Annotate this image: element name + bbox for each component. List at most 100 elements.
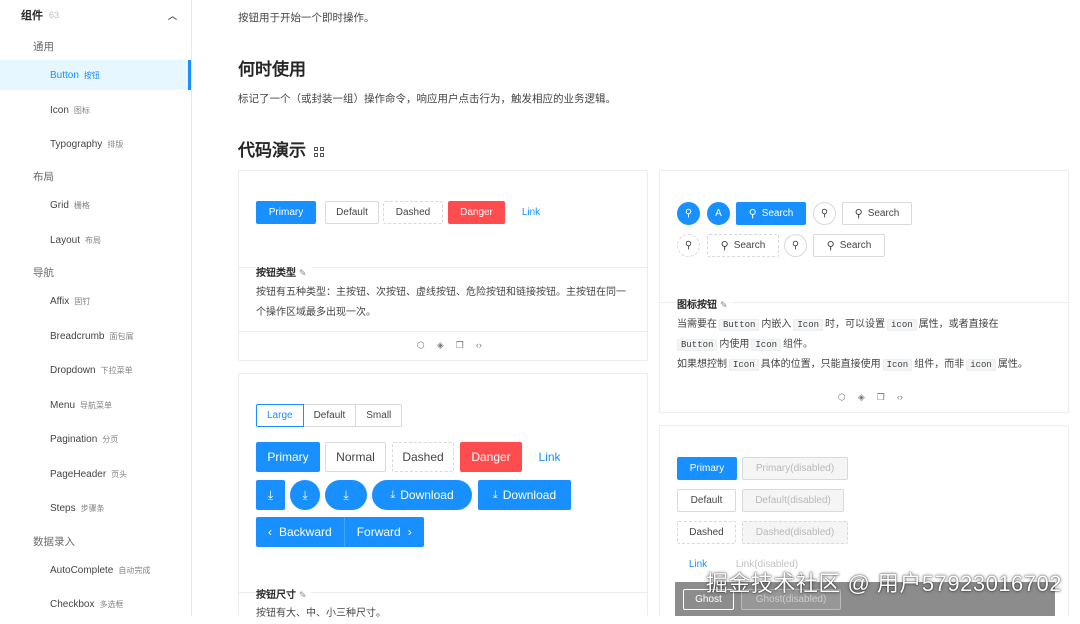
sidebar-item-label: Steps — [50, 503, 76, 514]
danger-button[interactable]: Danger — [448, 201, 505, 224]
download-round-text-button[interactable]: ⤓ Download — [372, 480, 472, 510]
dashed-button[interactable]: Dashed — [383, 201, 443, 224]
sidebar-item-label: Dropdown — [50, 365, 96, 376]
chevron-up-icon[interactable]: ︿ — [168, 9, 177, 22]
letter-circle-button[interactable]: A — [707, 202, 730, 225]
code-button: Button — [677, 339, 717, 351]
download-text-button[interactable]: ⤓Download — [478, 480, 571, 510]
sidebar-item-grid[interactable]: Grid栅格 — [0, 190, 191, 220]
sidebar-item-label: Layout — [50, 235, 80, 246]
sidebar-item-affix[interactable]: Affix固钉 — [0, 286, 191, 316]
large-link-button[interactable]: Link — [527, 442, 572, 472]
search-circle-primary-button[interactable]: ⚲ — [677, 202, 700, 225]
sidebar-group-components[interactable]: 组件 63 ︿ — [0, 0, 191, 30]
download-icon: ⤓ — [390, 489, 395, 502]
default-button[interactable]: Default — [677, 489, 736, 512]
sidebar-item-label: Menu — [50, 400, 75, 411]
sidebar-item-sub: 布局 — [85, 235, 101, 246]
text-span: 内嵌入 — [761, 319, 791, 330]
download-icon: ⤓ — [268, 488, 273, 503]
default-disabled-button: Default(disabled) — [742, 489, 844, 512]
search-circle-button-2[interactable]: ⚲ — [784, 234, 807, 257]
sidebar-item-sub: 面包屑 — [109, 331, 133, 342]
sidebar-item-sub: 栅格 — [74, 200, 90, 211]
link-button[interactable]: Link — [511, 201, 551, 224]
primary-button[interactable]: Primary — [256, 201, 316, 224]
code-expand-icon[interactable]: ‹› — [897, 392, 903, 403]
edit-icon[interactable]: ✎ — [720, 300, 728, 310]
code-expand-icon[interactable]: ‹› — [476, 340, 482, 351]
sidebar-item-button[interactable]: Button按钮 — [0, 60, 191, 90]
forward-button[interactable]: Forward › — [345, 517, 424, 547]
codepen-icon[interactable]: ◈ — [437, 340, 444, 351]
sidebar-item-menu[interactable]: Menu 导航菜单 — [0, 390, 191, 420]
when-to-use-desc: 标记了一个（或封装一组）操作命令，响应用户点击行为，触发相应的业务逻辑。 — [238, 91, 616, 106]
sidebar-item-label: PageHeader — [50, 469, 106, 480]
chevron-right-icon: › — [408, 525, 412, 539]
copy-icon[interactable]: ❐ — [456, 340, 464, 351]
search-circle-dashed-button[interactable]: ⚲ — [677, 234, 700, 257]
size-small-radio[interactable]: Small — [355, 404, 402, 427]
large-dashed-button[interactable]: Dashed — [392, 442, 454, 472]
large-primary-button[interactable]: Primary — [256, 442, 320, 472]
watermark: 掘金技术社区 @ 用户57923016702 — [706, 566, 1062, 598]
sidebar-item-autocomplete[interactable]: AutoComplete自动完成 — [0, 555, 191, 585]
sidebar-item-sub: 图标 — [74, 105, 90, 116]
when-to-use-title: 何时使用 — [238, 55, 306, 80]
sidebar: 组件 63 ︿ 通用 Button按钮 Icon图标 Typography排版 … — [0, 0, 192, 616]
backward-label: Backward — [279, 525, 332, 539]
large-danger-button[interactable]: Danger — [460, 442, 522, 472]
sidebar-item-sub: 固钉 — [74, 296, 90, 307]
sidebar-item-typography[interactable]: Typography排版 — [0, 129, 191, 159]
copy-icon[interactable]: ❐ — [877, 392, 885, 403]
search-icon: ⚲ — [721, 239, 729, 252]
search-dashed-button[interactable]: ⚲Search — [707, 234, 779, 257]
edit-icon[interactable]: ✎ — [299, 590, 307, 600]
download-icon-button[interactable]: ⤓ — [256, 480, 285, 510]
code-icon-component: Icon — [793, 319, 823, 331]
sidebar-item-checkbox[interactable]: Checkbox多选框 — [0, 589, 191, 619]
search-icon: ⚲ — [855, 207, 863, 220]
forward-label: Forward — [357, 525, 401, 539]
sidebar-item-pageheader[interactable]: PageHeader页头 — [0, 459, 191, 489]
sidebar-section-layout: 布局 — [33, 169, 54, 184]
codesandbox-icon[interactable]: ⬡ — [838, 392, 846, 403]
sidebar-item-label: Button — [50, 70, 79, 81]
codepen-icon[interactable]: ◈ — [858, 392, 865, 403]
search-circle-button[interactable]: ⚲ — [813, 202, 836, 225]
download-circle-button[interactable]: ⤓ — [290, 480, 320, 510]
search-primary-button[interactable]: ⚲Search — [736, 202, 806, 225]
expand-all-icon[interactable] — [314, 147, 324, 157]
dashed-button[interactable]: Dashed — [677, 521, 736, 544]
code-actions: ⬡ ◈ ❐ ‹› — [838, 392, 903, 403]
text-span: 内使用 — [719, 339, 749, 350]
code-button: Button — [719, 319, 759, 331]
search-icon: ⚲ — [792, 240, 799, 251]
sidebar-item-label: Icon — [50, 105, 69, 116]
default-button[interactable]: Default — [325, 201, 379, 224]
sidebar-item-dropdown[interactable]: Dropdown下拉菜单 — [0, 355, 191, 385]
size-default-radio[interactable]: Default — [303, 404, 357, 427]
size-large-radio[interactable]: Large — [256, 404, 304, 427]
sidebar-item-steps[interactable]: Steps步骤条 — [0, 493, 191, 523]
text-span: 具体的位置，只能直接使用 — [761, 359, 881, 370]
sidebar-item-icon[interactable]: Icon 图标 — [0, 95, 191, 125]
text-span: 组件，而非 — [914, 359, 964, 370]
meta-desc-line-1: 当需要在Button内嵌入Icon时，可以设置icon属性，或者直接在 — [677, 315, 1062, 335]
search-icon: ⚲ — [821, 208, 828, 219]
sidebar-item-breadcrumb[interactable]: Breadcrumb面包屑 — [0, 321, 191, 351]
sidebar-item-sub: 导航菜单 — [80, 400, 112, 411]
search-default-button-2[interactable]: ⚲Search — [813, 234, 885, 257]
codesandbox-icon[interactable]: ⬡ — [417, 340, 425, 351]
edit-icon[interactable]: ✎ — [299, 268, 307, 278]
large-normal-button[interactable]: Normal — [325, 442, 386, 472]
sidebar-item-pagination[interactable]: Pagination分页 — [0, 424, 191, 454]
meta-desc-line-2: Button内使用Icon组件。 — [677, 335, 1062, 355]
backward-button[interactable]: ‹Backward — [256, 517, 345, 547]
download-round-button[interactable]: ⤓ — [325, 480, 367, 510]
sidebar-item-layout[interactable]: Layout 布局 — [0, 225, 191, 255]
download-label: Download — [400, 488, 453, 502]
meta-desc: 当需要在Button内嵌入Icon时，可以设置icon属性，或者直接在 Butt… — [677, 315, 1062, 375]
search-default-button[interactable]: ⚲Search — [842, 202, 912, 225]
primary-button[interactable]: Primary — [677, 457, 737, 480]
